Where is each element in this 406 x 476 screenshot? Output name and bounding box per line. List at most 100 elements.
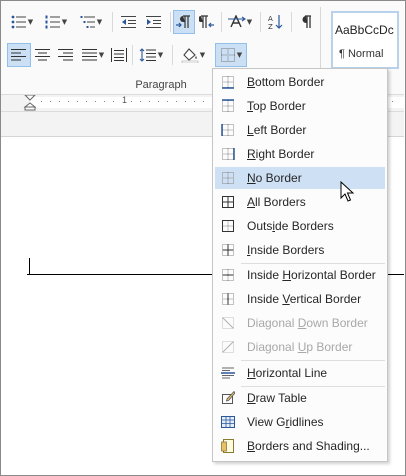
menu-item-right-border[interactable]: Right Border [215, 143, 385, 165]
justify-button[interactable]: ▼ [78, 43, 108, 67]
ruler-tick [140, 101, 141, 102]
menu-item-label: Borders and Shading... [247, 439, 370, 453]
indent-marker-icon[interactable] [23, 95, 37, 111]
no-border-icon [222, 172, 234, 184]
shading-button[interactable]: ▼ [177, 43, 209, 67]
toolbar-divider [291, 12, 292, 32]
pilcrow-icon [302, 15, 311, 28]
menu-item-label: Horizontal Line [247, 366, 328, 380]
chevron-down-icon: ▼ [199, 50, 206, 59]
toolbar-divider [260, 12, 261, 32]
toolbar-divider [172, 45, 173, 65]
diagonal-down-border-icon [222, 317, 234, 329]
menu-item-label: Inside Borders [247, 243, 325, 257]
borders-button[interactable]: ▼ [215, 43, 247, 67]
show-formatting-button[interactable] [295, 10, 317, 34]
ruler-tick [176, 101, 177, 102]
menu-item-label: Left Border [247, 123, 307, 137]
menu-item-label: Outside Borders [247, 219, 334, 233]
all-borders-icon [222, 196, 234, 208]
menu-item-label: Inside Vertical Border [247, 292, 362, 306]
ruler-tick [41, 101, 42, 102]
align-right-button[interactable] [55, 43, 77, 67]
view-gridlines-icon [221, 416, 235, 428]
chevron-down-icon: ▼ [157, 50, 164, 59]
ruler-tick [149, 101, 150, 102]
menu-item-no-border[interactable]: No Border [215, 167, 385, 189]
menu-item-inside-horizontal-border[interactable]: Inside Horizontal Border [215, 264, 385, 286]
sort-button[interactable]: A Z [265, 10, 287, 34]
multilevel-list-icon [80, 16, 95, 28]
bullets-icon [11, 15, 26, 29]
increase-indent-button[interactable] [142, 10, 166, 34]
multilevel-list-button[interactable]: ▼ [75, 10, 107, 34]
numbering-button[interactable]: ▼ [41, 10, 71, 34]
distributed-icon [111, 48, 127, 62]
menu-item-all-borders[interactable]: All Borders [215, 191, 385, 213]
menu-item-draw-table[interactable]: Draw Table [215, 387, 385, 409]
chevron-down-icon: ▼ [96, 17, 103, 26]
menu-item-label: View Gridlines [247, 415, 324, 429]
paint-bucket-icon [181, 48, 199, 63]
align-center-button[interactable] [32, 43, 54, 67]
chevron-down-icon: ▼ [27, 17, 34, 26]
menu-item-label: Diagonal Down Border [247, 316, 368, 330]
svg-text:Z: Z [268, 23, 273, 30]
ruler-tick [104, 101, 105, 102]
menu-item-borders-and-shading[interactable]: Borders and Shading... [215, 435, 385, 457]
line-spacing-icon [139, 48, 156, 62]
menu-item-outside-borders[interactable]: Outside Borders [215, 215, 385, 237]
top-border-icon [222, 99, 234, 112]
ruler-tick [203, 101, 204, 102]
menu-item-top-border[interactable]: Top Border [215, 95, 385, 117]
menu-item-label: Top Border [247, 99, 306, 113]
ruler-tick [131, 101, 132, 102]
text-direction-button[interactable]: ▼ [225, 10, 255, 34]
menu-item-view-gridlines[interactable]: View Gridlines [215, 411, 385, 433]
style-sample: AaBbCcDc [335, 23, 394, 37]
outside-borders-icon [222, 220, 234, 232]
right-border-icon [222, 148, 235, 160]
menu-separator [241, 360, 385, 361]
ruler-tick [113, 101, 114, 102]
ruler-tick [68, 101, 69, 102]
text-cursor [29, 258, 30, 274]
justify-icon [81, 49, 97, 61]
menu-item-inside-vertical-border[interactable]: Inside Vertical Border [215, 288, 385, 310]
menu-item-label: Draw Table [247, 391, 307, 405]
decrease-indent-icon [121, 16, 136, 28]
decrease-indent-button[interactable] [117, 10, 141, 34]
chevron-down-icon: ▼ [98, 50, 105, 59]
bullets-button[interactable]: ▼ [7, 10, 37, 34]
line-spacing-button[interactable]: ▼ [135, 43, 167, 67]
menu-item-horizontal-line[interactable]: Horizontal Line [215, 362, 385, 384]
ruler-tick [185, 101, 186, 102]
align-center-icon [35, 49, 50, 61]
ruler-tick [158, 101, 159, 102]
diagonal-up-border-icon [222, 341, 234, 353]
style-normal[interactable]: AaBbCcDc ¶ Normal [331, 11, 399, 69]
bottom-border-icon [222, 76, 234, 89]
menu-item-label: No Border [247, 171, 302, 185]
right-to-left-button[interactable] [196, 10, 218, 34]
horizontal-line-icon [221, 367, 235, 379]
draw-table-icon [222, 391, 235, 404]
align-left-button[interactable] [7, 43, 31, 67]
toolbar-divider [132, 45, 133, 65]
left-to-right-icon [176, 15, 190, 28]
distributed-button[interactable] [108, 43, 130, 67]
align-left-icon [11, 49, 26, 61]
menu-item-label: Diagonal Up Border [247, 340, 353, 354]
menu-item-diagonal-down-border: Diagonal Down Border [215, 312, 385, 334]
menu-item-inside-borders[interactable]: Inside Borders [215, 239, 385, 261]
ruler-tick [86, 101, 87, 102]
left-to-right-button[interactable] [173, 10, 195, 34]
ruler-tick [50, 101, 51, 102]
chevron-down-icon: ▼ [236, 50, 243, 59]
menu-item-bottom-border[interactable]: Bottom Border [215, 71, 385, 93]
menu-item-left-border[interactable]: Left Border [215, 119, 385, 141]
ruler-tick [392, 101, 393, 102]
inside-horizontal-border-icon [222, 269, 234, 281]
ruler-tick [167, 101, 168, 102]
numbering-icon [45, 15, 60, 29]
